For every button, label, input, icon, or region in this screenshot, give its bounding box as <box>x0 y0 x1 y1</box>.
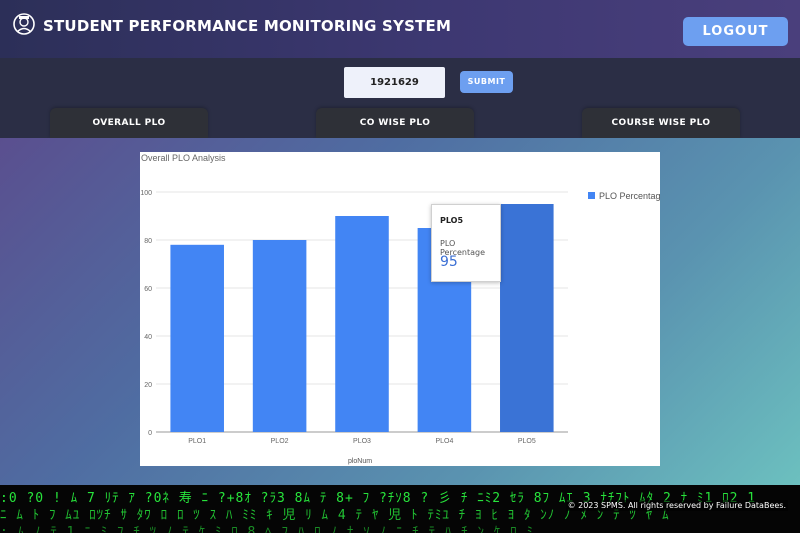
tab-co-wise-plo[interactable]: CO WISE PLO <box>316 108 474 138</box>
x-tick-label: PLO4 <box>435 438 453 445</box>
tab-overall-plo[interactable]: OVERALL PLO <box>50 108 208 138</box>
main-content: Overall PLO Analysis 0 20 40 60 80 100 PLO1 PL… <box>0 138 800 485</box>
bar-plo1[interactable] <box>170 244 224 432</box>
tooltip-title: PLO5 <box>440 216 464 225</box>
y-tick-label: 80 <box>144 238 152 245</box>
x-tick-label: PLO2 <box>271 438 289 445</box>
logout-button[interactable]: LOGOUT <box>683 17 788 46</box>
plo-chart-card: Overall PLO Analysis 0 20 40 60 80 100 PLO1 PL… <box>140 152 660 466</box>
tab-course-wise-plo[interactable]: COURSE WISE PLO <box>582 108 740 138</box>
x-axis-label: ploNum <box>348 458 372 465</box>
y-tick-label: 0 <box>148 430 152 437</box>
footer: :0 ?0 ! ﾑ 7 ﾘﾃ ｱ ?0ﾈ 寿 ﾆ ?+8ｵ ?ﾗ3 8ﾑ ﾃ 8… <box>0 485 800 533</box>
chart-tooltip: PLO5 PLO Percentage 95 <box>431 204 501 282</box>
submit-button[interactable]: SUBMIT <box>460 71 513 93</box>
y-tick-label: 40 <box>144 334 152 341</box>
chart-title: Overall PLO Analysis <box>141 153 226 163</box>
bar-plo3[interactable] <box>335 216 389 432</box>
legend-label: PLO Percentage <box>599 191 660 201</box>
y-tick-label: 100 <box>140 190 152 197</box>
copyright-text: © 2023 SPMS. All rights reserved by Fail… <box>565 500 788 511</box>
y-tick-label: 20 <box>144 382 152 389</box>
x-tick-label: PLO5 <box>518 438 536 445</box>
app-header: STUDENT PERFORMANCE MONITORING SYSTEM LO… <box>0 0 800 58</box>
plo-bar-chart: Overall PLO Analysis 0 20 40 60 80 100 PLO1 PL… <box>140 153 660 465</box>
bar-plo2[interactable] <box>252 240 307 432</box>
matrix-rain-text: : ﾑ ﾉ ﾃ 1 ﾆ ﾐ ﾌ ﾁ ﾂ ﾉ ﾃ ｹ ﾐ ﾛ 8 ﾍ ﾌ ﾊ ﾛ … <box>0 525 534 533</box>
legend-swatch <box>588 192 595 199</box>
tooltip-value: 95 <box>440 254 458 270</box>
student-id-input[interactable] <box>344 67 445 98</box>
x-tick-label: PLO1 <box>188 438 206 445</box>
y-tick-label: 60 <box>144 286 152 293</box>
toolbar: SUBMIT OVERALL PLO CO WISE PLO COURSE WI… <box>0 58 800 138</box>
x-tick-label: PLO3 <box>353 438 371 445</box>
student-avatar-icon <box>13 13 35 35</box>
page-title: STUDENT PERFORMANCE MONITORING SYSTEM <box>43 17 452 35</box>
bar-plo5[interactable] <box>500 204 554 432</box>
